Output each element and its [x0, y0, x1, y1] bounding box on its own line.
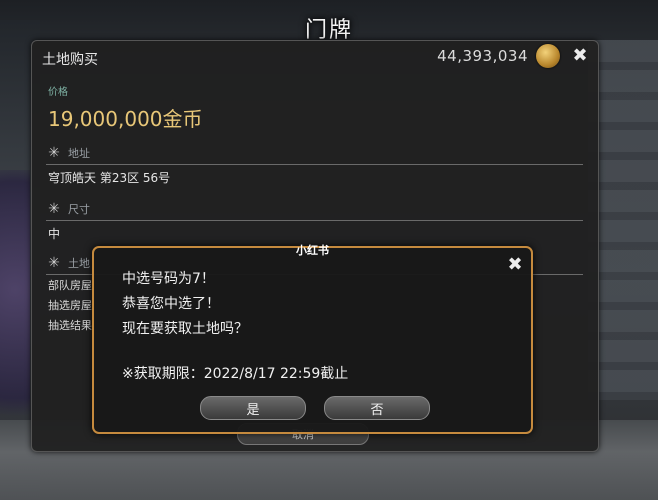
sparkle-icon: ✳ — [48, 201, 60, 217]
dialog-message-line: 中选号码为7！ — [122, 271, 215, 287]
sparkle-icon: ✳ — [48, 255, 60, 271]
size-label: 尺寸 — [68, 203, 90, 216]
gil-amount: 44,393,034 — [437, 47, 528, 65]
window-title: 土地购买 — [42, 52, 98, 68]
close-icon[interactable]: ✖ — [505, 254, 525, 275]
sparkle-icon: ✳ — [48, 145, 60, 161]
address-value: 穹顶皓天 第23区 56号 — [48, 171, 171, 185]
gil-coin-icon — [536, 44, 560, 68]
address-section: ✳ 地址 穹顶皓天 第23区 56号 — [46, 145, 583, 186]
close-icon[interactable]: ✖ — [570, 45, 590, 66]
price-value: 19,000,000金币 — [48, 107, 203, 131]
dialog-message-line: 现在要获取土地吗？ — [122, 321, 248, 337]
address-label: 地址 — [68, 147, 90, 160]
size-value: 中 — [48, 227, 61, 241]
watermark: 小红书 — [296, 244, 329, 257]
deadline-text: ※获取期限：2022/8/17 22:59截止 — [122, 366, 349, 382]
dialog-message-line: 恭喜您中选了！ — [122, 296, 220, 312]
land-label: 土地 — [68, 257, 90, 270]
size-section: ✳ 尺寸 中 — [46, 201, 583, 242]
yes-button[interactable]: 是 — [200, 396, 306, 420]
lottery-result-dialog: 小红书 ✖ 中选号码为7！ 恭喜您中选了！ 现在要获取土地吗？ ※获取期限：20… — [92, 244, 533, 434]
no-button[interactable]: 否 — [324, 396, 430, 420]
price-label: 价格 — [48, 87, 68, 98]
